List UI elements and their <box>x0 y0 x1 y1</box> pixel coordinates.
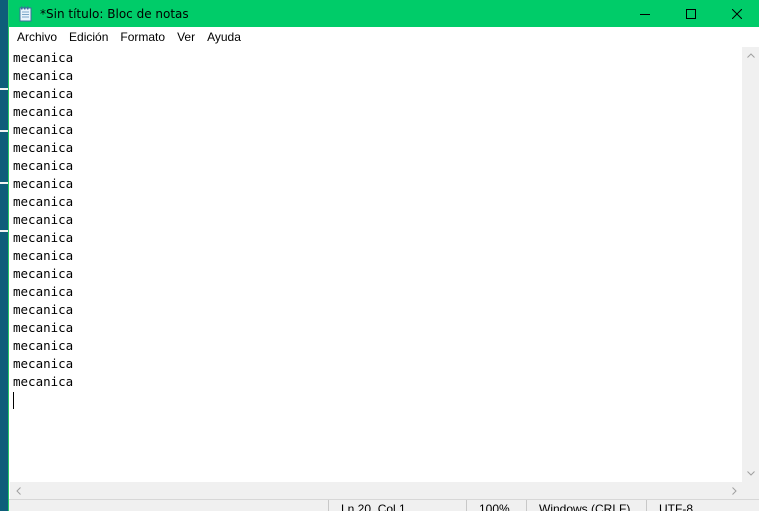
text-line: mecanica <box>13 320 74 335</box>
scroll-right-button[interactable] <box>726 482 743 499</box>
text-line: mecanica <box>13 356 74 371</box>
desktop-background <box>0 0 8 511</box>
text-line: mecanica <box>13 338 74 353</box>
minimize-button[interactable] <box>622 0 668 27</box>
text-line: mecanica <box>13 176 74 191</box>
text-line: mecanica <box>13 140 74 155</box>
text-line: mecanica <box>13 284 74 299</box>
scroll-up-button[interactable] <box>742 47 759 64</box>
text-line: mecanica <box>13 302 74 317</box>
minimize-icon <box>640 13 650 15</box>
scroll-left-button[interactable] <box>10 482 27 499</box>
status-line-ending: Windows (CRLF) <box>526 500 646 511</box>
menu-bar: Archivo Edición Formato Ver Ayuda <box>9 27 759 47</box>
status-position: Ln 20, Col 1 <box>328 500 466 511</box>
text-line: mecanica <box>13 86 74 101</box>
scrollbar-corner <box>742 482 759 499</box>
desktop-tick <box>0 130 8 132</box>
chevron-right-icon <box>732 486 737 495</box>
chevron-down-icon <box>746 471 755 476</box>
text-line: mecanica <box>13 50 74 65</box>
chevron-left-icon <box>16 486 21 495</box>
desktop-tick <box>0 88 8 90</box>
maximize-button[interactable] <box>668 0 714 27</box>
window-controls <box>622 0 759 27</box>
close-icon <box>732 8 742 19</box>
text-line: mecanica <box>13 104 74 119</box>
vertical-scrollbar[interactable] <box>742 47 759 482</box>
horizontal-scrollbar[interactable] <box>10 482 743 499</box>
status-encoding: UTF-8 <box>646 500 759 511</box>
status-bar: Ln 20, Col 1 100% Windows (CRLF) UTF-8 <box>9 499 759 511</box>
window-title: *Sin título: Bloc de notas <box>40 6 189 21</box>
text-line: mecanica <box>13 122 74 137</box>
chevron-up-icon <box>746 53 755 58</box>
close-button[interactable] <box>714 0 759 27</box>
text-line: mecanica <box>13 248 74 263</box>
text-line: mecanica <box>13 68 74 83</box>
text-caret <box>13 392 14 409</box>
status-zoom: 100% <box>466 500 526 511</box>
notepad-window: *Sin título: Bloc de notas Archivo Edici… <box>8 0 759 511</box>
scroll-down-button[interactable] <box>742 465 759 482</box>
title-bar[interactable]: *Sin título: Bloc de notas <box>9 0 759 27</box>
notepad-icon[interactable] <box>18 6 34 22</box>
text-line: mecanica <box>13 266 74 281</box>
text-line: mecanica <box>13 230 74 245</box>
text-line: mecanica <box>13 374 74 389</box>
desktop-tick <box>0 182 8 184</box>
menu-ayuda[interactable]: Ayuda <box>201 27 247 47</box>
text-line: mecanica <box>13 194 74 209</box>
text-line: mecanica <box>13 212 74 227</box>
maximize-icon <box>686 8 696 19</box>
menu-archivo[interactable]: Archivo <box>11 27 63 47</box>
text-line: mecanica <box>13 158 74 173</box>
menu-formato[interactable]: Formato <box>114 27 171 47</box>
desktop-tick <box>0 230 8 232</box>
menu-edicion[interactable]: Edición <box>63 27 114 47</box>
menu-ver[interactable]: Ver <box>171 27 201 47</box>
text-editor[interactable]: mecanica mecanica mecanica mecanica meca… <box>10 47 743 482</box>
